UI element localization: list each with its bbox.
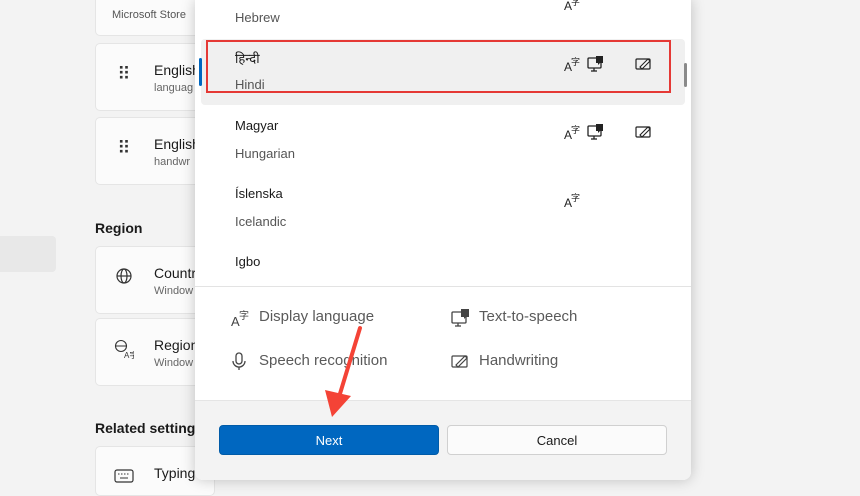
svg-text:字: 字 — [239, 309, 249, 322]
text-to-speech-icon — [587, 55, 603, 72]
language-item-hindi[interactable]: हिन्दी Hindi A字 — [201, 39, 685, 105]
card-subtitle: Window — [154, 285, 194, 297]
language-native-name: हिन्दी — [235, 51, 260, 66]
dialog-footer: Next Cancel — [195, 400, 691, 480]
region-section-label: Region — [95, 220, 143, 236]
card-subtitle: Window — [154, 357, 194, 369]
svg-text:字: 字 — [571, 56, 580, 67]
card-title: Region — [154, 337, 199, 353]
display-language-icon: A字 — [231, 309, 249, 328]
text-to-speech-icon — [587, 123, 603, 140]
card-subtitle: Microsoft Store — [112, 9, 186, 21]
drag-handle-icon[interactable]: ⠿ — [114, 138, 134, 158]
next-button[interactable]: Next — [219, 425, 439, 455]
language-native-name: Igbo — [235, 254, 261, 269]
language-native-name: Íslenska — [235, 186, 283, 201]
language-item-icelandic[interactable]: Íslenska Icelandic A字 — [201, 176, 685, 242]
svg-text:A字: A字 — [124, 350, 134, 359]
keyboard-icon — [114, 467, 134, 487]
language-item-hebrew[interactable]: Hebrew A字 — [201, 0, 685, 38]
language-item-igbo[interactable]: Igbo — [201, 244, 685, 286]
card-subtitle: handwr — [154, 156, 191, 168]
handwriting-icon — [635, 124, 651, 140]
language-english-name: Hungarian — [235, 146, 295, 161]
language-english-name: Hindi — [235, 77, 265, 92]
svg-text:字: 字 — [571, 124, 580, 135]
cancel-button[interactable]: Cancel — [447, 425, 667, 455]
card-title: Countr — [154, 265, 197, 281]
svg-text:字: 字 — [571, 192, 580, 203]
display-language-icon: A字 — [564, 0, 580, 13]
list-scrollbar-thumb[interactable] — [684, 63, 687, 87]
choose-language-dialog: Hebrew A字 हिन्दी Hindi A字 Magyar Hungari… — [195, 0, 691, 480]
display-language-icon: A字 — [564, 56, 580, 74]
display-language-icon: A字 — [564, 124, 580, 142]
card-title: Typing — [154, 465, 196, 481]
display-language-icon: A字 — [564, 192, 580, 210]
language-english-name: Hebrew — [235, 10, 280, 25]
text-to-speech-icon — [451, 309, 469, 327]
language-list[interactable]: Hebrew A字 हिन्दी Hindi A字 Magyar Hungari… — [195, 0, 691, 286]
legend-label: Speech recognition — [259, 352, 388, 369]
selection-indicator — [199, 58, 202, 86]
handwriting-icon — [635, 56, 651, 72]
language-english-name: Icelandic — [235, 214, 287, 229]
legend-divider — [195, 286, 691, 287]
card-title: English — [154, 62, 200, 78]
legend-label: Text-to-speech — [479, 308, 578, 325]
card-title: English — [154, 136, 200, 152]
region-format-icon: A字 — [114, 339, 137, 360]
card-subtitle: languag — [154, 82, 194, 94]
sidebar-selected-item[interactable] — [0, 236, 56, 272]
legend-label: Handwriting — [479, 352, 559, 369]
drag-handle-icon[interactable]: ⠿ — [114, 64, 134, 84]
svg-text:字: 字 — [571, 0, 580, 7]
globe-icon — [114, 267, 134, 287]
language-native-name: Magyar — [235, 118, 279, 133]
handwriting-icon — [451, 355, 468, 368]
legend-label: Display language — [259, 308, 375, 325]
microphone-icon — [232, 352, 246, 370]
language-item-hungarian[interactable]: Magyar Hungarian A字 — [201, 108, 685, 174]
related-settings-label: Related settings — [95, 420, 204, 436]
